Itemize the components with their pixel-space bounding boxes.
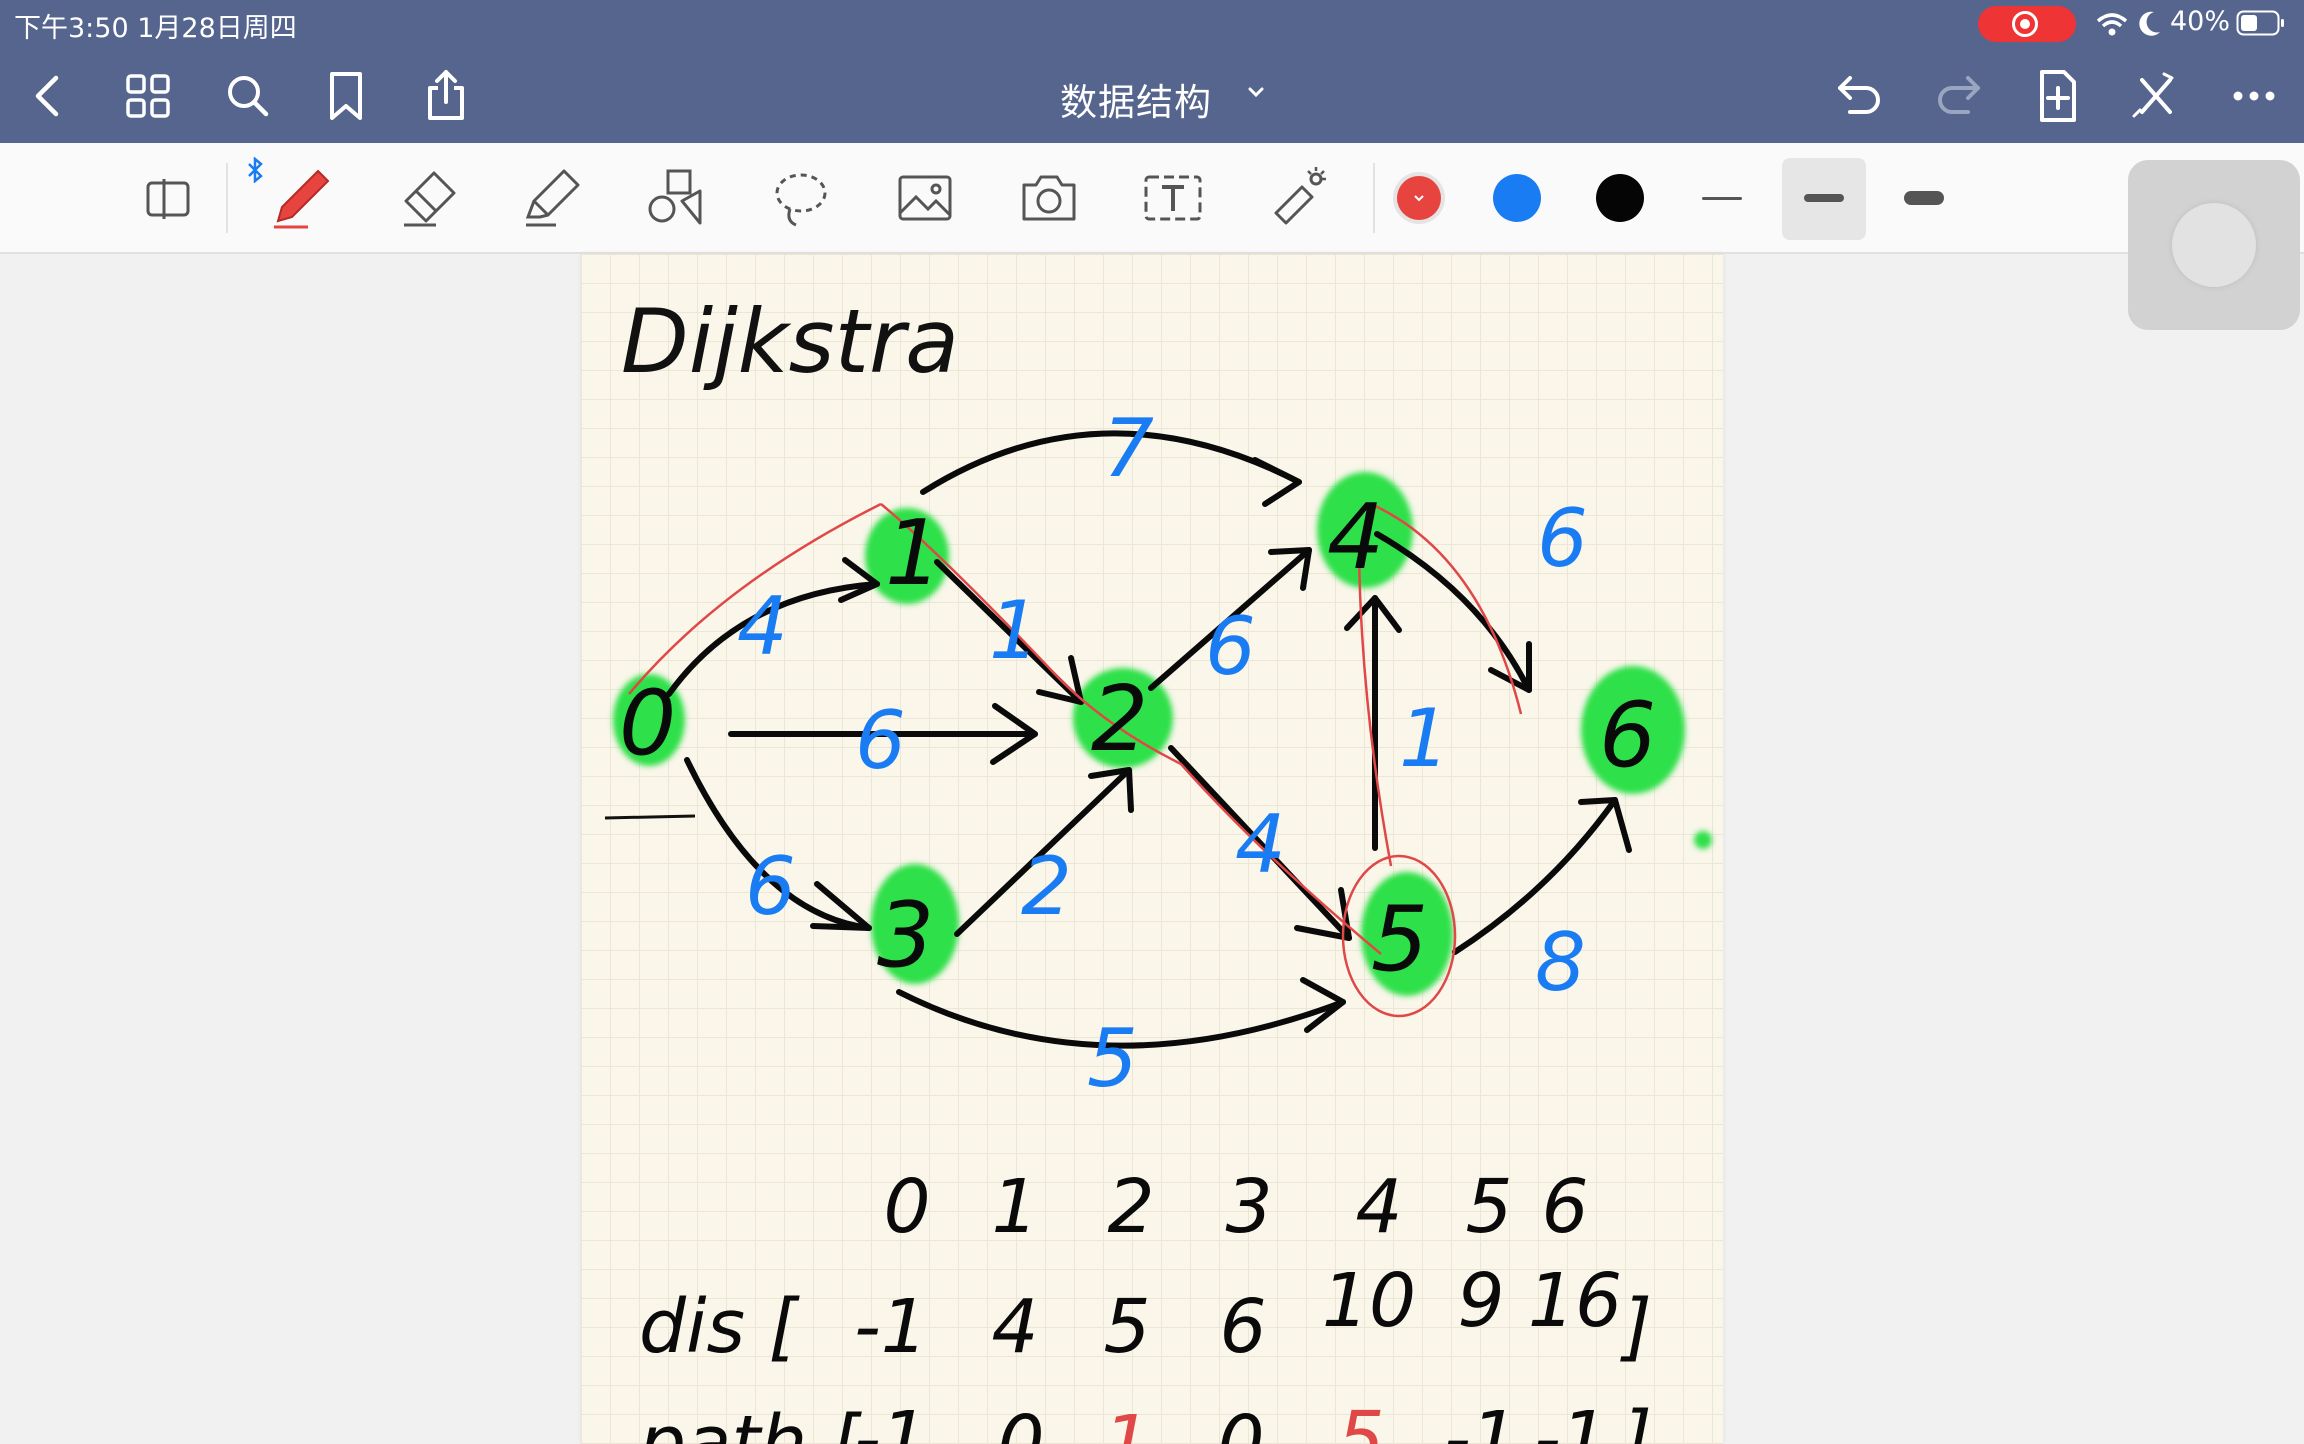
path-row: path [ -1 0 1 0 5 -1 -1 ]	[638, 1396, 1652, 1444]
undo-icon[interactable]	[1830, 68, 1890, 124]
status-time-date: 下午3:50 1月28日周四	[14, 13, 297, 44]
node-6: 6	[1599, 683, 1656, 788]
dis-4: 10	[1322, 1258, 1416, 1344]
chevron-down-icon	[1414, 195, 1424, 202]
node-4: 4	[1327, 485, 1384, 590]
path-3: 0	[1217, 1400, 1264, 1444]
node-3: 3	[877, 883, 934, 988]
bluetooth-icon	[248, 157, 263, 183]
dis-label: dis [	[639, 1284, 801, 1370]
share-icon[interactable]	[416, 68, 476, 124]
col-1: 1	[991, 1164, 1038, 1250]
dis-3: 6	[1219, 1284, 1266, 1370]
eraser-tool-icon[interactable]	[396, 165, 462, 231]
dis-5: 9	[1457, 1258, 1504, 1344]
screen-recording-indicator[interactable]	[1978, 6, 2076, 42]
col-5: 5	[1465, 1164, 1512, 1250]
document-title[interactable]: 数据结构	[1060, 72, 1212, 126]
path-end: ]	[1620, 1396, 1652, 1444]
moon-icon	[2139, 11, 2160, 36]
more-icon[interactable]	[2224, 68, 2284, 124]
weight-1-2: 1	[989, 584, 1040, 677]
dis-end: ]	[1620, 1284, 1652, 1370]
weight-3-5: 5	[1087, 1012, 1138, 1105]
pen-tool-icon[interactable]	[268, 165, 334, 231]
stroke-medium[interactable]	[1804, 194, 1844, 202]
page-tool-icon[interactable]	[138, 165, 204, 231]
divider	[226, 163, 228, 233]
pen-stroke	[604, 814, 696, 820]
laser-pointer-icon[interactable]	[1264, 165, 1330, 231]
dis-row: dis [ -1 4 5 6 10 9 16 ]	[639, 1258, 1652, 1370]
note-page[interactable]: Dijkstra 0 1 2 3 4 5 6 4 6 6 1 7 6 4 2 5…	[581, 254, 1723, 1444]
grid-icon[interactable]	[118, 68, 178, 124]
dis-6: 16	[1528, 1258, 1622, 1344]
add-page-icon[interactable]	[2028, 68, 2088, 124]
dis-1: 4	[991, 1284, 1038, 1370]
handwriting-canvas: Dijkstra 0 1 2 3 4 5 6 4 6 6 1 7 6 4 2 5…	[604, 290, 1712, 1444]
weight-3-2: 2	[1021, 840, 1072, 933]
divider	[1373, 163, 1375, 233]
battery-percent: 40%	[2170, 6, 2231, 37]
weight-4-6: 6	[1537, 492, 1588, 585]
lasso-tool-icon[interactable]	[768, 165, 834, 231]
bookmark-icon[interactable]	[316, 68, 376, 124]
color-red[interactable]	[1397, 176, 1441, 220]
weight-5-6: 8	[1535, 916, 1586, 1009]
color-black[interactable]	[1596, 174, 1644, 222]
top-bar: 下午3:50 1月28日周四 40% 数据结构	[0, 0, 2304, 143]
col-3: 3	[1225, 1164, 1272, 1250]
color-blue[interactable]	[1493, 174, 1541, 222]
stroke-thick[interactable]	[1904, 191, 1944, 205]
node-2: 2	[1091, 667, 1148, 772]
node-1: 1	[885, 501, 942, 606]
dis-0: -1	[854, 1284, 928, 1370]
wifi-icon	[2096, 13, 2128, 36]
assistive-touch-knob	[2172, 203, 2256, 287]
text-tool-icon[interactable]	[1140, 165, 1206, 231]
table-header: 0 1 2 3 4 5 6	[883, 1164, 1588, 1250]
col-2: 2	[1107, 1164, 1154, 1250]
stroke-thin[interactable]	[1702, 197, 1742, 200]
weight-2-4: 6	[1205, 600, 1256, 693]
weight-1-4: 7	[1103, 402, 1154, 495]
weight-5-4: 1	[1399, 692, 1450, 785]
weight-0-1: 4	[737, 580, 788, 673]
image-tool-icon[interactable]	[892, 165, 958, 231]
col-6: 6	[1541, 1164, 1588, 1250]
assistive-touch-button[interactable]	[2128, 160, 2300, 330]
weight-0-2: 6	[855, 694, 906, 787]
shapes-tool-icon[interactable]	[644, 165, 710, 231]
node-0: 0	[619, 671, 676, 776]
redo-icon[interactable]	[1928, 68, 1988, 124]
battery-icon	[2236, 10, 2284, 36]
chevron-down-icon[interactable]	[1242, 78, 1270, 106]
path-0: -1	[854, 1396, 928, 1444]
highlighter-tool-icon[interactable]	[520, 165, 586, 231]
weight-2-5: 4	[1235, 798, 1286, 891]
note-title: Dijkstra	[621, 290, 959, 393]
search-icon[interactable]	[218, 68, 278, 124]
path-6: -1	[1534, 1396, 1608, 1444]
weight-0-3: 6	[745, 840, 796, 933]
back-icon[interactable]	[18, 68, 78, 124]
camera-tool-icon[interactable]	[1016, 165, 1082, 231]
node-5: 5	[1371, 887, 1428, 992]
col-0: 0	[883, 1164, 930, 1250]
col-4: 4	[1355, 1164, 1402, 1250]
path-label: path [	[638, 1400, 863, 1444]
path-2: 1	[1103, 1400, 1150, 1444]
path-4: 5	[1337, 1396, 1384, 1444]
tool-bar	[0, 143, 2304, 254]
close-icon[interactable]	[2126, 68, 2186, 124]
dis-2: 5	[1103, 1284, 1150, 1370]
record-icon	[2012, 11, 2038, 37]
path-1: 0	[997, 1400, 1044, 1444]
path-5: -1	[1444, 1396, 1518, 1444]
